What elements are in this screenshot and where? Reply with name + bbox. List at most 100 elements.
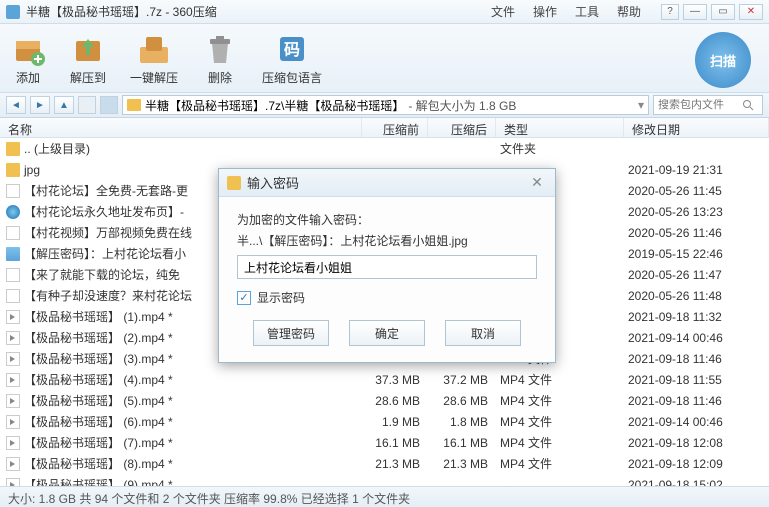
dialog-prompt: 为加密的文件输入密码：	[237, 211, 537, 228]
delete-button[interactable]: 删除	[202, 31, 238, 86]
file-date: 2021-09-18 11:55	[624, 373, 769, 387]
delete-icon	[202, 31, 238, 67]
search-input[interactable]	[658, 99, 738, 111]
size-before: 28.6 MB	[362, 394, 428, 408]
file-date: 2020-05-26 11:45	[624, 184, 769, 198]
svg-text:码: 码	[284, 41, 300, 59]
dialog-body: 为加密的文件输入密码： 半...\【解压密码】：上村花论坛看小姐姐.jpg ✓ …	[219, 197, 555, 362]
close-button[interactable]: ✕	[739, 4, 763, 20]
file-name: 【有种子却没速度？来村花论坛	[24, 287, 192, 304]
nav-up-button[interactable]: ▲	[54, 96, 74, 114]
file-type: 文件夹	[496, 140, 624, 157]
menu-operate[interactable]: 操作	[533, 3, 557, 20]
file-name: 【解压密码】：上村花论坛看小	[24, 245, 186, 262]
dialog-buttons: 管理密码 确定 取消	[237, 320, 537, 346]
col-before[interactable]: 压缩前	[362, 118, 428, 137]
maximize-button[interactable]: ▭	[711, 4, 735, 20]
cancel-button[interactable]: 取消	[445, 320, 521, 346]
add-label: 添加	[16, 69, 40, 86]
table-row[interactable]: 【极品秘书瑶瑶】 (5).mp4 *28.6 MB28.6 MBMP4 文件20…	[0, 390, 769, 411]
size-after: 28.6 MB	[428, 394, 496, 408]
table-row[interactable]: 【极品秘书瑶瑶】 (6).mp4 *1.9 MB1.8 MBMP4 文件2021…	[0, 411, 769, 432]
video-icon	[6, 394, 20, 408]
img-icon	[6, 247, 20, 261]
menu-tools[interactable]: 工具	[575, 3, 599, 20]
show-password-checkbox[interactable]: ✓ 显示密码	[237, 289, 537, 306]
scan-button[interactable]: 扫描	[695, 32, 751, 88]
col-date[interactable]: 修改日期	[624, 118, 769, 137]
file-type: MP4 文件	[496, 413, 624, 430]
txt-icon	[6, 289, 20, 303]
language-label: 压缩包语言	[262, 69, 322, 86]
file-type: MP4 文件	[496, 455, 624, 472]
dialog-file-path: 半...\【解压密码】：上村花论坛看小姐姐.jpg	[237, 232, 537, 249]
ok-button[interactable]: 确定	[349, 320, 425, 346]
path-box[interactable]: 半糖【极品秘书瑶瑶】.7z\半糖【极品秘书瑶瑶】 - 解包大小为 1.8 GB …	[122, 95, 649, 115]
size-after: 1.8 MB	[428, 415, 496, 429]
file-name: 【极品秘书瑶瑶】 (7).mp4 *	[24, 434, 173, 451]
file-date: 2021-09-18 12:09	[624, 457, 769, 471]
file-name: jpg	[24, 163, 40, 177]
size-after: 16.1 MB	[428, 436, 496, 450]
nav-back-button[interactable]: ◄	[6, 96, 26, 114]
checkbox-icon: ✓	[237, 291, 251, 305]
file-name: 【极品秘书瑶瑶】 (6).mp4 *	[24, 413, 173, 430]
extract-to-button[interactable]: 解压到	[70, 31, 106, 86]
help-button[interactable]: ?	[661, 4, 679, 20]
titlebar: 半糖【极品秘书瑶瑶】.7z - 360压缩 文件 操作 工具 帮助 ? — ▭ …	[0, 0, 769, 24]
file-date: 2020-05-26 13:23	[624, 205, 769, 219]
table-row[interactable]: 【极品秘书瑶瑶】 (4).mp4 *37.3 MB37.2 MBMP4 文件20…	[0, 369, 769, 390]
col-after[interactable]: 压缩后	[428, 118, 496, 137]
search-icon	[742, 99, 754, 111]
menu-file[interactable]: 文件	[491, 3, 515, 20]
file-date: 2020-05-26 11:48	[624, 289, 769, 303]
web-icon	[6, 205, 20, 219]
col-name[interactable]: 名称	[0, 118, 362, 137]
view-list-button[interactable]	[78, 96, 96, 114]
status-bar: 大小: 1.8 GB 共 94 个文件和 2 个文件夹 压缩率 99.8% 已经…	[0, 486, 769, 507]
video-icon	[6, 310, 20, 324]
txt-icon	[6, 184, 20, 198]
password-input[interactable]	[237, 255, 537, 279]
file-date: 2021-09-18 15:02	[624, 478, 769, 487]
table-row[interactable]: .. (上级目录)文件夹	[0, 138, 769, 159]
nav-forward-button[interactable]: ►	[30, 96, 50, 114]
language-icon: 码	[274, 31, 310, 67]
table-row[interactable]: 【极品秘书瑶瑶】 (9).mp4 *2021-09-18 15:02	[0, 474, 769, 486]
file-date: 2021-09-14 00:46	[624, 331, 769, 345]
file-date: 2021-09-18 11:32	[624, 310, 769, 324]
file-name: 【极品秘书瑶瑶】 (3).mp4 *	[24, 350, 173, 367]
dialog-close-button[interactable]: ✕	[527, 174, 547, 192]
one-click-extract-button[interactable]: 一键解压	[130, 31, 178, 86]
menu-bar: 文件 操作 工具 帮助	[491, 3, 641, 20]
minimize-button[interactable]: —	[683, 4, 707, 20]
video-icon	[6, 478, 20, 487]
nav-bar: ◄ ► ▲ 半糖【极品秘书瑶瑶】.7z\半糖【极品秘书瑶瑶】 - 解包大小为 1…	[0, 92, 769, 118]
search-box[interactable]	[653, 95, 763, 115]
file-name: 【极品秘书瑶瑶】 (5).mp4 *	[24, 392, 173, 409]
size-before: 16.1 MB	[362, 436, 428, 450]
col-type[interactable]: 类型	[496, 118, 624, 137]
table-row[interactable]: 【极品秘书瑶瑶】 (8).mp4 *21.3 MB21.3 MBMP4 文件20…	[0, 453, 769, 474]
file-date: 2021-09-14 00:46	[624, 415, 769, 429]
file-type: MP4 文件	[496, 434, 624, 451]
menu-help[interactable]: 帮助	[617, 3, 641, 20]
file-name: 【极品秘书瑶瑶】 (1).mp4 *	[24, 308, 173, 325]
window-controls: ? — ▭ ✕	[661, 4, 763, 20]
size-after: 21.3 MB	[428, 457, 496, 471]
scan-label: 扫描	[710, 51, 736, 70]
file-name: 【村花视频】万部视频免费在线	[24, 224, 192, 241]
show-password-label: 显示密码	[257, 289, 305, 306]
path-text: 半糖【极品秘书瑶瑶】.7z\半糖【极品秘书瑶瑶】	[145, 97, 404, 114]
manage-password-button[interactable]: 管理密码	[253, 320, 329, 346]
language-button[interactable]: 码 压缩包语言	[262, 31, 322, 86]
table-row[interactable]: 【极品秘书瑶瑶】 (7).mp4 *16.1 MB16.1 MBMP4 文件20…	[0, 432, 769, 453]
file-name: 【极品秘书瑶瑶】 (8).mp4 *	[24, 455, 173, 472]
folder-icon	[127, 99, 141, 111]
dropdown-icon[interactable]: ▾	[638, 98, 644, 112]
file-date: 2020-05-26 11:47	[624, 268, 769, 282]
add-button[interactable]: 添加	[10, 31, 46, 86]
view-detail-button[interactable]	[100, 96, 118, 114]
path-info: - 解包大小为 1.8 GB	[408, 97, 516, 114]
file-date: 2021-09-19 21:31	[624, 163, 769, 177]
